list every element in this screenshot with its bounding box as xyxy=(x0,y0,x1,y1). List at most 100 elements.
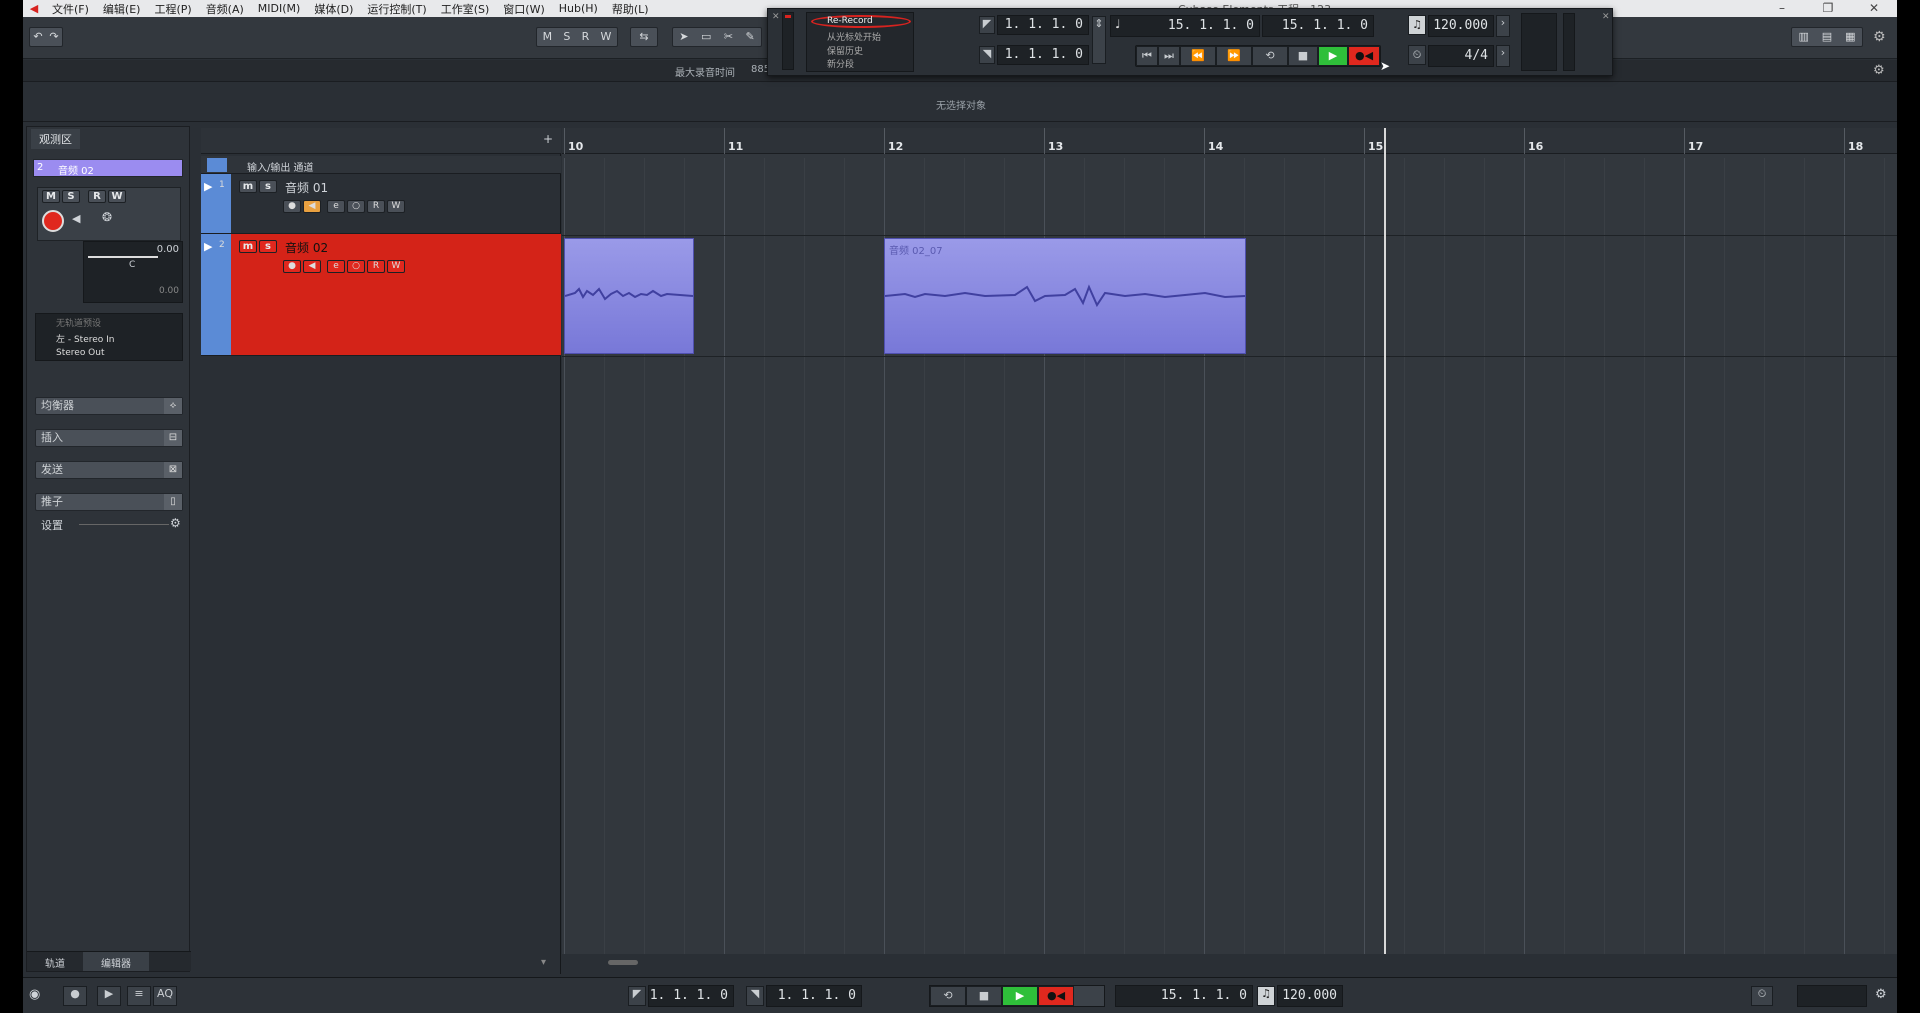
menu-edit[interactable]: 编辑(E) xyxy=(96,1,148,17)
horizontal-scrollbar[interactable] xyxy=(608,960,638,965)
menu-help[interactable]: 帮助(L) xyxy=(605,1,656,17)
go-to-start-button[interactable]: ⏮ xyxy=(1136,46,1158,66)
stop-button[interactable]: ■ xyxy=(1288,46,1318,66)
menu-audio[interactable]: 音频(A) xyxy=(199,1,251,17)
inspector-mute-button[interactable]: M xyxy=(42,190,60,203)
signature-display[interactable]: 4/4 xyxy=(1428,45,1494,67)
keep-history-option[interactable]: 保留历史 xyxy=(827,44,863,57)
new-parts-option[interactable]: 新分段 xyxy=(827,57,854,70)
quantize-button[interactable]: ≡ xyxy=(127,986,151,1006)
signature-arrow[interactable]: › xyxy=(1496,45,1510,67)
settings-gear-icon[interactable]: ⚙ xyxy=(1873,63,1885,78)
transport-close-icon[interactable]: ✕ xyxy=(772,12,780,22)
inserts-section[interactable]: 插入 ⊟ xyxy=(35,429,183,447)
record-mode-button[interactable]: ● xyxy=(63,986,87,1006)
track-1-mute[interactable]: m xyxy=(239,180,257,193)
bottom-stop-button[interactable]: ■ xyxy=(966,986,1002,1006)
solo-mode-button[interactable]: S xyxy=(563,28,570,46)
right-locator-button[interactable]: ◥ xyxy=(979,46,995,64)
tempo-display[interactable]: 120.000 xyxy=(1428,15,1494,37)
track-1-name[interactable]: 音频 01 xyxy=(285,179,328,196)
bottom-play-button[interactable]: ▶ xyxy=(1002,986,1038,1006)
project-cursor[interactable] xyxy=(1384,128,1386,958)
left-zone-icon[interactable]: ▥ xyxy=(1798,28,1808,46)
ruler[interactable]: 10 11 12 13 14 15 16 17 18 xyxy=(562,128,1897,154)
aq-button[interactable]: AQ xyxy=(153,986,177,1006)
sends-section[interactable]: 发送 ⊠ xyxy=(35,461,183,479)
locator-toggle[interactable]: ⇕ xyxy=(1092,16,1106,64)
record-button[interactable]: ●◀ xyxy=(1348,46,1380,66)
track-1-write[interactable]: W xyxy=(387,200,405,213)
bottom-right-locator[interactable]: 1. 1. 1. 0 xyxy=(766,985,862,1007)
track-1-freeze[interactable]: ○ xyxy=(347,200,365,213)
editor-tab[interactable]: 编辑器 xyxy=(83,952,149,971)
bottom-record-button[interactable]: ●◀ xyxy=(1038,986,1074,1006)
undo-icon[interactable]: ↶ xyxy=(33,28,42,46)
range-tool-icon[interactable]: ▭ xyxy=(701,28,711,46)
bottom-cycle-button[interactable]: ⟲ xyxy=(930,986,966,1006)
bottom-metronome-button[interactable]: ⏲ xyxy=(1751,986,1773,1006)
snap-mode-button[interactable]: ⇆ xyxy=(630,27,658,47)
rewind-button[interactable]: ⏪ xyxy=(1180,46,1216,66)
settings-gear-icon[interactable]: ⚙ xyxy=(170,516,181,530)
cycle-button[interactable]: ⟲ xyxy=(1252,46,1288,66)
menu-midi[interactable]: MIDI(M) xyxy=(251,2,308,15)
bottom-position-display[interactable]: 15. 1. 1. 0 xyxy=(1115,985,1253,1007)
freeze-icon[interactable]: ❂ xyxy=(102,210,112,224)
minimize-icon[interactable]: – xyxy=(1759,0,1805,17)
volume-slider[interactable] xyxy=(88,256,158,258)
bottom-tempo-display[interactable]: 120.000 xyxy=(1277,985,1343,1007)
tempo-arrow[interactable]: › xyxy=(1496,15,1510,37)
menu-hub[interactable]: Hub(H) xyxy=(552,2,605,15)
bottom-left-locator[interactable]: 1. 1. 1. 0 xyxy=(648,985,734,1007)
lower-zone-icon[interactable]: ▤ xyxy=(1822,28,1832,46)
audio-event-2[interactable]: 音频 02_07 xyxy=(884,238,1246,354)
track-1-record-enable[interactable]: ● xyxy=(283,200,301,213)
track-row-2[interactable]: ▶ 2 m s 音频 02 ● ◀ e ○ R W xyxy=(201,234,561,356)
constrain-delay-icon[interactable]: ◉ xyxy=(29,987,40,1002)
menu-project[interactable]: 工程(P) xyxy=(147,1,198,17)
menu-media[interactable]: 媒体(D) xyxy=(307,1,360,17)
track-2-mute[interactable]: m xyxy=(239,240,257,253)
bottom-tempo-button[interactable]: ♫ xyxy=(1257,986,1275,1006)
menu-file[interactable]: 文件(F) xyxy=(45,1,96,17)
re-record-option[interactable]: Re-Record xyxy=(827,16,873,26)
right-zone-icon[interactable]: ▦ xyxy=(1845,28,1855,46)
tempo-track-button[interactable]: ♫ xyxy=(1408,15,1426,35)
track-2-record-enable[interactable]: ● xyxy=(283,260,301,273)
track-2-freeze[interactable]: ○ xyxy=(347,260,365,273)
input-routing[interactable]: 左 - Stereo In xyxy=(56,332,115,345)
zoom-down-icon[interactable]: ▾ xyxy=(541,957,546,968)
monitor-icon[interactable]: ◀ xyxy=(72,212,80,225)
equalizer-section[interactable]: 均衡器 ⟡ xyxy=(35,397,183,415)
tracks-tab[interactable]: 轨道 xyxy=(27,952,83,971)
pencil-tool-icon[interactable]: ✎ xyxy=(746,28,755,46)
pointer-tool-icon[interactable]: ➤ xyxy=(679,28,688,46)
inspector-read-button[interactable]: R xyxy=(88,190,106,203)
track-preset[interactable]: 无轨道预设 xyxy=(56,316,101,329)
secondary-time-display[interactable]: 15. 1. 1. 0 xyxy=(1262,15,1374,37)
menu-window[interactable]: 窗口(W) xyxy=(496,1,551,17)
play-button[interactable]: ▶ xyxy=(1318,46,1348,66)
go-to-end-button[interactable]: ⏭ xyxy=(1158,46,1180,66)
right-locator-display[interactable]: 1. 1. 1. 0 xyxy=(997,45,1089,65)
autoscroll-button[interactable]: ▶ xyxy=(97,986,121,1006)
inspector-write-button[interactable]: W xyxy=(108,190,126,203)
track-1-read[interactable]: R xyxy=(367,200,385,213)
track-row-1[interactable]: ▶ 1 m s 音频 01 ● ◀ e ○ R W xyxy=(201,174,561,234)
metronome-button[interactable]: ⏲ xyxy=(1408,45,1426,65)
left-locator-display[interactable]: 1. 1. 1. 0 xyxy=(997,15,1089,35)
start-from-cursor-option[interactable]: 从光标处开始 xyxy=(827,30,881,43)
primary-time-display[interactable]: 15. 1. 1. 0 xyxy=(1110,15,1260,37)
menu-transport[interactable]: 运行控制(T) xyxy=(360,1,433,17)
track-2-read[interactable]: R xyxy=(367,260,385,273)
audio-event-1[interactable] xyxy=(564,238,694,354)
mute-mode-button[interactable]: M xyxy=(543,28,553,46)
write-mode-button[interactable]: W xyxy=(600,28,611,46)
expand-icon[interactable]: ▶ xyxy=(204,180,212,193)
expand-icon[interactable]: ▶ xyxy=(204,240,212,253)
track-1-solo[interactable]: s xyxy=(259,180,277,193)
record-enable-button[interactable] xyxy=(42,210,64,232)
output-routing[interactable]: Stereo Out xyxy=(56,348,105,358)
track-2-solo[interactable]: s xyxy=(259,240,277,253)
